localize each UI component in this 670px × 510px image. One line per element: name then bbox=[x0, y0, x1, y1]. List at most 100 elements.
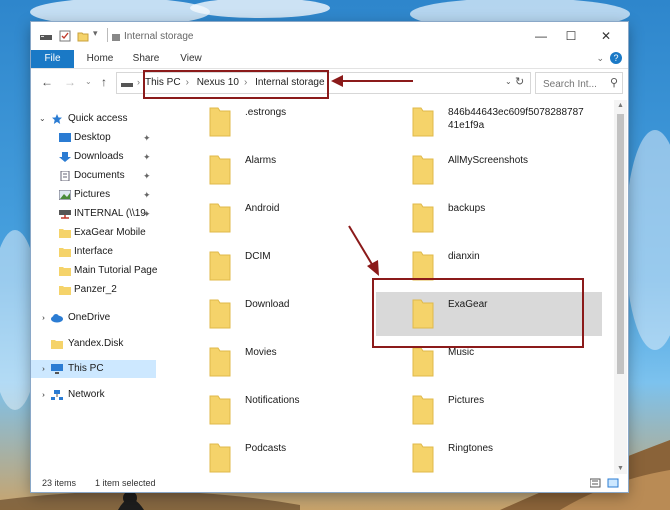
computer-icon bbox=[51, 364, 63, 374]
close-button[interactable]: ✕ bbox=[593, 28, 619, 44]
folder-item[interactable]: .estrongs bbox=[208, 100, 408, 144]
folder-item[interactable]: 846b44643ec609f5078288787 41e1f9a bbox=[411, 100, 611, 144]
recent-locations-icon[interactable]: ⌄ bbox=[85, 77, 92, 86]
folder-item[interactable]: backups bbox=[411, 196, 611, 240]
document-icon bbox=[60, 171, 70, 181]
folder-name: Android bbox=[245, 203, 280, 214]
tab-home[interactable]: Home bbox=[83, 50, 117, 68]
pin-icon[interactable]: ✦ bbox=[143, 167, 151, 185]
desktop-icon bbox=[59, 133, 71, 142]
sidebar-item-label: Documents bbox=[74, 170, 125, 181]
sidebar-item-label: INTERNAL (\\19 bbox=[74, 208, 146, 219]
annotation-highlight-box bbox=[372, 278, 584, 348]
folder-item[interactable]: Ringtones bbox=[411, 436, 611, 474]
folder-name: backups bbox=[448, 203, 486, 214]
title-divider bbox=[107, 28, 108, 42]
help-icon[interactable]: ? bbox=[610, 52, 622, 64]
folder-name: AllMyScreenshots bbox=[448, 155, 529, 166]
new-folder-icon[interactable] bbox=[77, 30, 89, 42]
folder-name: 846b44643ec609f5078288787 41e1f9a bbox=[448, 107, 584, 131]
chevron-down-icon[interactable]: ⌄ bbox=[39, 110, 46, 128]
sidebar-item-yandex-disk[interactable]: Yandex.Disk bbox=[31, 335, 156, 353]
sidebar-item-internal[interactable]: INTERNAL (\\19 ✦ bbox=[31, 205, 156, 223]
folder-name: Notifications bbox=[245, 395, 300, 406]
folder-name: dianxin bbox=[448, 251, 480, 262]
scroll-down-icon[interactable]: ▼ bbox=[617, 465, 624, 472]
sidebar-item-pictures[interactable]: Pictures ✦ bbox=[31, 186, 156, 204]
chevron-right-icon[interactable]: ⌄ bbox=[33, 392, 51, 399]
sidebar-item-label: Main Tutorial Page bbox=[74, 265, 158, 276]
customize-qa-icon[interactable]: ▾ bbox=[93, 28, 98, 39]
sidebar-item-network[interactable]: ⌄ Network bbox=[31, 386, 156, 404]
status-bar: 23 items 1 item selected bbox=[31, 474, 628, 492]
sidebar-item-downloads[interactable]: Downloads ✦ bbox=[31, 148, 156, 166]
folder-item[interactable]: Alarms bbox=[208, 148, 408, 192]
network-icon bbox=[51, 390, 63, 400]
pin-icon[interactable]: ✦ bbox=[143, 205, 151, 223]
annotation-arrow-icon bbox=[331, 75, 413, 87]
tab-view[interactable]: View bbox=[175, 50, 207, 68]
folder-icon bbox=[59, 229, 71, 238]
folder-icon bbox=[209, 251, 231, 281]
scrollbar-thumb[interactable] bbox=[617, 114, 624, 374]
selection-count: 1 item selected bbox=[95, 478, 156, 488]
folder-name: .estrongs bbox=[245, 107, 287, 118]
search-box: ⚲ bbox=[535, 72, 623, 94]
folder-icon bbox=[209, 203, 231, 233]
folder-icon bbox=[59, 286, 71, 295]
vertical-scrollbar[interactable]: ▲ ▼ bbox=[614, 100, 627, 474]
folder-item[interactable]: AllMyScreenshots bbox=[411, 148, 611, 192]
up-icon[interactable]: ↑ bbox=[101, 75, 107, 89]
tab-file[interactable]: File bbox=[31, 50, 74, 68]
pin-icon[interactable]: ✦ bbox=[143, 148, 151, 166]
device-icon bbox=[121, 83, 133, 87]
folder-name: Alarms bbox=[245, 155, 277, 166]
chevron-right-icon[interactable]: ⌄ bbox=[33, 315, 51, 322]
search-input[interactable] bbox=[541, 75, 611, 93]
pin-icon[interactable]: ✦ bbox=[143, 129, 151, 147]
title-bar: ▾ Internal storage — ☐ ✕ bbox=[31, 22, 628, 50]
folder-icon bbox=[412, 155, 434, 185]
folder-icon bbox=[209, 155, 231, 185]
sidebar-item-quick-access[interactable]: ⌄ Quick access bbox=[31, 110, 156, 128]
folder-item[interactable]: Notifications bbox=[208, 388, 408, 432]
folder-icon bbox=[412, 395, 434, 425]
folder-item[interactable]: Pictures bbox=[411, 388, 611, 432]
folder-name: Pictures bbox=[448, 395, 485, 406]
sidebar-item-panzer-2[interactable]: Panzer_2 bbox=[31, 281, 156, 299]
folder-icon bbox=[209, 299, 231, 329]
folder-title-icon bbox=[112, 34, 120, 41]
navigation-pane: ⌄ Quick access Desktop ✦ Downloads ✦ Doc… bbox=[31, 100, 158, 460]
sidebar-item-main-tutorial-page[interactable]: Main Tutorial Page bbox=[31, 262, 158, 280]
forward-icon[interactable]: → bbox=[64, 75, 76, 89]
chevron-right-icon[interactable]: ⌄ bbox=[33, 366, 51, 373]
properties-icon[interactable] bbox=[59, 30, 71, 42]
refresh-icon[interactable]: ↻ bbox=[515, 75, 524, 88]
sidebar-item-onedrive[interactable]: ⌄ OneDrive bbox=[31, 309, 156, 327]
sidebar-item-documents[interactable]: Documents ✦ bbox=[31, 167, 156, 185]
sidebar-item-label: Desktop bbox=[74, 132, 111, 143]
sidebar-item-this-pc[interactable]: ⌄ This PC bbox=[31, 360, 156, 378]
sidebar-item-interface[interactable]: Interface bbox=[31, 243, 156, 261]
folder-item[interactable]: Podcasts bbox=[208, 436, 408, 474]
folder-name: Ringtones bbox=[448, 443, 494, 454]
address-dropdown-icon[interactable]: ⌄ bbox=[505, 77, 512, 86]
back-icon[interactable]: ← bbox=[41, 75, 53, 89]
folder-name: Podcasts bbox=[245, 443, 287, 454]
tab-share[interactable]: Share bbox=[129, 50, 163, 68]
folder-icon bbox=[51, 340, 63, 349]
folder-icon bbox=[412, 107, 434, 137]
annotation-highlight-box bbox=[143, 70, 329, 99]
sidebar-item-exagear-mobile[interactable]: ExaGear Mobile bbox=[31, 224, 156, 242]
minimize-button[interactable]: — bbox=[528, 28, 554, 44]
maximize-button[interactable]: ☐ bbox=[558, 28, 584, 44]
search-icon[interactable]: ⚲ bbox=[610, 76, 618, 89]
sidebar-item-desktop[interactable]: Desktop ✦ bbox=[31, 129, 156, 147]
expand-ribbon-icon[interactable]: ⌄ bbox=[596, 53, 604, 64]
pin-icon[interactable]: ✦ bbox=[143, 186, 151, 204]
scroll-up-icon[interactable]: ▲ bbox=[617, 102, 624, 109]
folder-icon bbox=[209, 443, 231, 473]
view-mode-icons[interactable] bbox=[590, 478, 620, 488]
folder-icon bbox=[412, 443, 434, 473]
folder-icon bbox=[209, 107, 231, 137]
